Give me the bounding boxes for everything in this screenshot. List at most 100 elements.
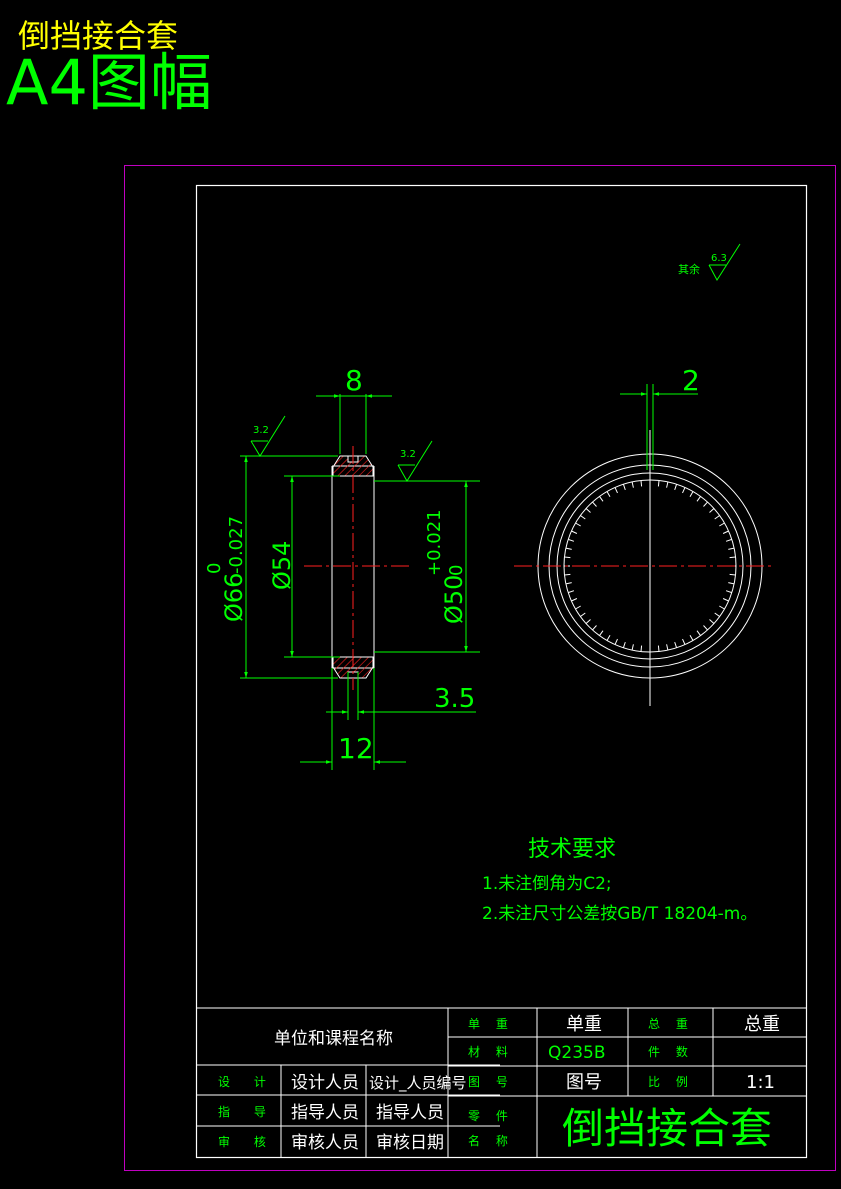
spline-tooth (614, 487, 618, 494)
spline-tooth (640, 645, 643, 652)
spline-tooth (722, 530, 729, 534)
spline-tooth (666, 481, 669, 488)
roughness-right-value: 3.2 (400, 449, 416, 460)
roughness-right-symbol (397, 440, 433, 482)
tb-label-part-1: 零 件 (468, 1109, 514, 1123)
tb-value-total-weight: 总重 (744, 1014, 780, 1035)
spline-tooth (568, 590, 575, 594)
dim-top-width (316, 394, 392, 454)
spline-tooth (674, 641, 678, 648)
section-view (304, 446, 410, 690)
dim-bottom-width-label: 12 (338, 732, 374, 765)
tb-label-part-2: 名 称 (468, 1133, 514, 1148)
spline-tooth (631, 644, 634, 651)
spline-tooth (614, 638, 618, 645)
title-block-text: 单位和课程名称 单 重 单重 总 重 总重 材 料 Q235B 件 数 设 计 … (218, 1014, 780, 1153)
spline-tooth (640, 480, 643, 487)
spline-tooth (592, 625, 597, 631)
spline-tooth (571, 598, 578, 602)
spline-tooth (696, 630, 701, 636)
spline-tooth (575, 605, 581, 610)
spline-tooth (709, 619, 715, 624)
svg-text:-0.027: -0.027 (226, 516, 247, 574)
drawing-frame (195, 184, 808, 1159)
spline-tooth (585, 619, 591, 624)
front-view (514, 430, 772, 706)
tb-label-guide: 指 导 (218, 1104, 276, 1119)
tb-value-material: Q235B (548, 1043, 606, 1063)
spline-tooth (725, 538, 732, 542)
roughness-general-label: 其余 (678, 262, 700, 276)
dim-groove-label: 3.5 (434, 684, 475, 714)
tb-label-unit-weight: 单 重 (468, 1017, 514, 1031)
tb-value-drawing-no: 图号 (566, 1072, 602, 1093)
spline-tooth (689, 491, 694, 497)
spline-tooth (580, 612, 586, 617)
tb-label-design: 设 计 (218, 1075, 276, 1089)
svg-text:0: 0 (446, 565, 467, 576)
tb-value-reviewer: 审核人员 (291, 1133, 359, 1153)
spline-tooth (682, 638, 686, 645)
spline-tooth (674, 484, 678, 491)
svg-text:Ø50: Ø50 (440, 575, 468, 624)
dim-right-gap-label: 2 (682, 364, 700, 397)
spline-tooth (719, 522, 725, 527)
spline-tooth (689, 635, 694, 641)
spline-tooth (725, 590, 732, 594)
spline-tooth (571, 530, 578, 534)
roughness-left-value: 3.2 (253, 425, 269, 436)
spline-tooth (564, 556, 571, 559)
spline-tooth (728, 547, 735, 550)
spline-tooth (606, 491, 611, 497)
svg-text:+0.021: +0.021 (424, 509, 445, 576)
spline-tooth (599, 630, 604, 636)
spline-tooth (622, 641, 626, 648)
spline-tooth (585, 508, 591, 513)
spline-tooth (606, 635, 611, 641)
dim-d66-text: Ø66 0 -0.027 (204, 516, 248, 622)
header-title-green: A4图幅 (6, 46, 212, 119)
tb-label-review: 审 核 (218, 1134, 276, 1149)
svg-text:Ø66: Ø66 (220, 573, 248, 622)
roughness-general-value: 6.3 (711, 253, 727, 264)
spline-tooth (592, 501, 597, 507)
tb-label-scale: 比 例 (648, 1075, 694, 1089)
tb-value-scale: 1:1 (746, 1072, 775, 1093)
tb-part-name: 倒挡接合套 (562, 1104, 772, 1153)
spline-tooth (729, 573, 736, 576)
tb-unit-name: 单位和课程名称 (274, 1029, 393, 1049)
drawing-canvas: 倒挡接合套 A4图幅 其余 6.3 8 3.2 3.2 Ø66 0 -0.027… (6, 17, 836, 1171)
spline-tooth (714, 612, 720, 617)
tb-value-designer: 设计人员 (291, 1073, 359, 1093)
spline-tooth (703, 625, 708, 631)
spline-tooth (682, 487, 686, 494)
tb-value-guide: 指导人员 (291, 1103, 359, 1123)
spline-tooth (722, 598, 729, 602)
spline-tooth (709, 508, 715, 513)
spline-tooth (568, 538, 575, 542)
roughness-left-symbol (250, 415, 286, 457)
spline-tooth (622, 484, 626, 491)
spline-tooth (631, 481, 634, 488)
dim-d50-text: Ø50 +0.021 0 (424, 509, 468, 624)
spline-tooth (575, 522, 581, 527)
svg-text:0: 0 (204, 563, 225, 574)
spline-tooth (719, 605, 725, 610)
tb-value-review-date: 审核日期 (376, 1133, 444, 1153)
spline-tooth (657, 480, 660, 487)
tb-label-drawing-no: 图 号 (468, 1075, 514, 1089)
spline-tooth (565, 582, 572, 585)
tb-label-quantity: 件 数 (648, 1044, 694, 1059)
spline-tooth (565, 547, 572, 550)
notes-line-2: 2.未注尺寸公差按GB/T 18204-m。 (482, 904, 757, 924)
tb-label-material: 材 料 (468, 1045, 514, 1059)
spline-tooth (666, 644, 669, 651)
spline-tooth (696, 496, 701, 502)
dim-d54-label: Ø54 (268, 541, 296, 590)
notes-heading: 技术要求 (528, 837, 616, 862)
spline-tooth (599, 496, 604, 502)
spline-tooth (703, 501, 708, 507)
tb-label-total-weight: 总 重 (648, 1017, 694, 1031)
spline-tooth (729, 556, 736, 559)
spline-tooth (564, 573, 571, 576)
